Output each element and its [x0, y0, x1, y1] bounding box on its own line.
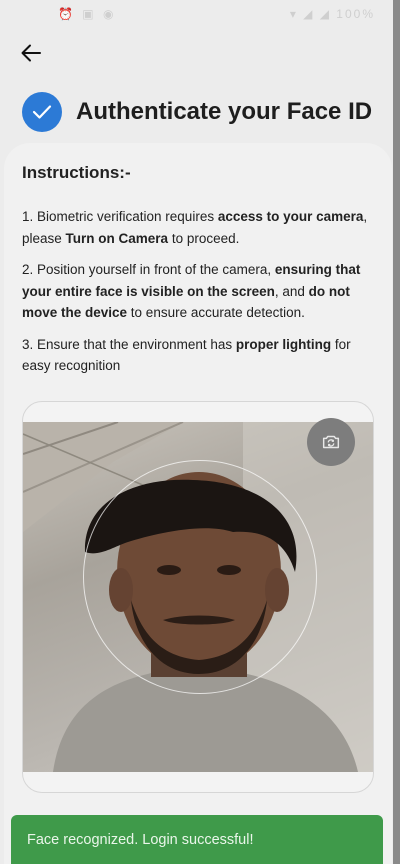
toast-message: Face recognized. Login successful! [27, 831, 254, 848]
arrow-left-icon [21, 44, 41, 62]
instruction-item-2: 2. Position yourself in front of the cam… [22, 259, 374, 324]
instructions-section: Instructions:- 1. Biometric verification… [22, 163, 374, 387]
instruction-item-1: 1. Biometric verification requires acces… [22, 206, 374, 249]
instruction-item-3: 3. Ensure that the environment has prope… [22, 334, 374, 377]
camera-switch-icon [322, 435, 340, 449]
page-header: Authenticate your Face ID [22, 92, 372, 132]
instruction-emphasis: Turn on Camera [65, 230, 169, 246]
instruction-emphasis: proper lighting [235, 336, 332, 352]
instruction-text: 1. Biometric verification requires [22, 209, 218, 224]
check-icon [32, 105, 52, 119]
instruction-text: to proceed. [168, 230, 240, 246]
instructions-title: Instructions:- [22, 163, 131, 182]
status-bar: ⏰ ▣ ◉ ▾ ◢ ◢ 100% [0, 0, 393, 28]
switch-camera-button[interactable] [307, 418, 355, 466]
face-guide-circle [83, 460, 317, 694]
success-toast: Face recognized. Login successful! [11, 815, 383, 864]
status-notification-icons: ⏰ ▣ ◉ [58, 7, 117, 21]
instruction-text: 3. Ensure that the environment has [22, 336, 236, 352]
instruction-text: , and [274, 283, 309, 299]
page-title: Authenticate your Face ID [76, 98, 373, 125]
content-card: Instructions:- 1. Biometric verification… [4, 143, 392, 864]
instruction-text: 2. Position yourself in front of the cam… [22, 262, 275, 277]
app-screen: ⏰ ▣ ◉ ▾ ◢ ◢ 100% Authenticate your Face … [0, 0, 393, 864]
status-system-icons: ▾ ◢ ◢ 100% [289, 7, 375, 21]
instruction-text: to ensure accurate detection. [127, 305, 305, 320]
camera-frame [22, 401, 374, 793]
verified-badge [22, 92, 62, 132]
instruction-emphasis: access to your camera [217, 209, 364, 224]
back-button[interactable] [16, 38, 46, 68]
